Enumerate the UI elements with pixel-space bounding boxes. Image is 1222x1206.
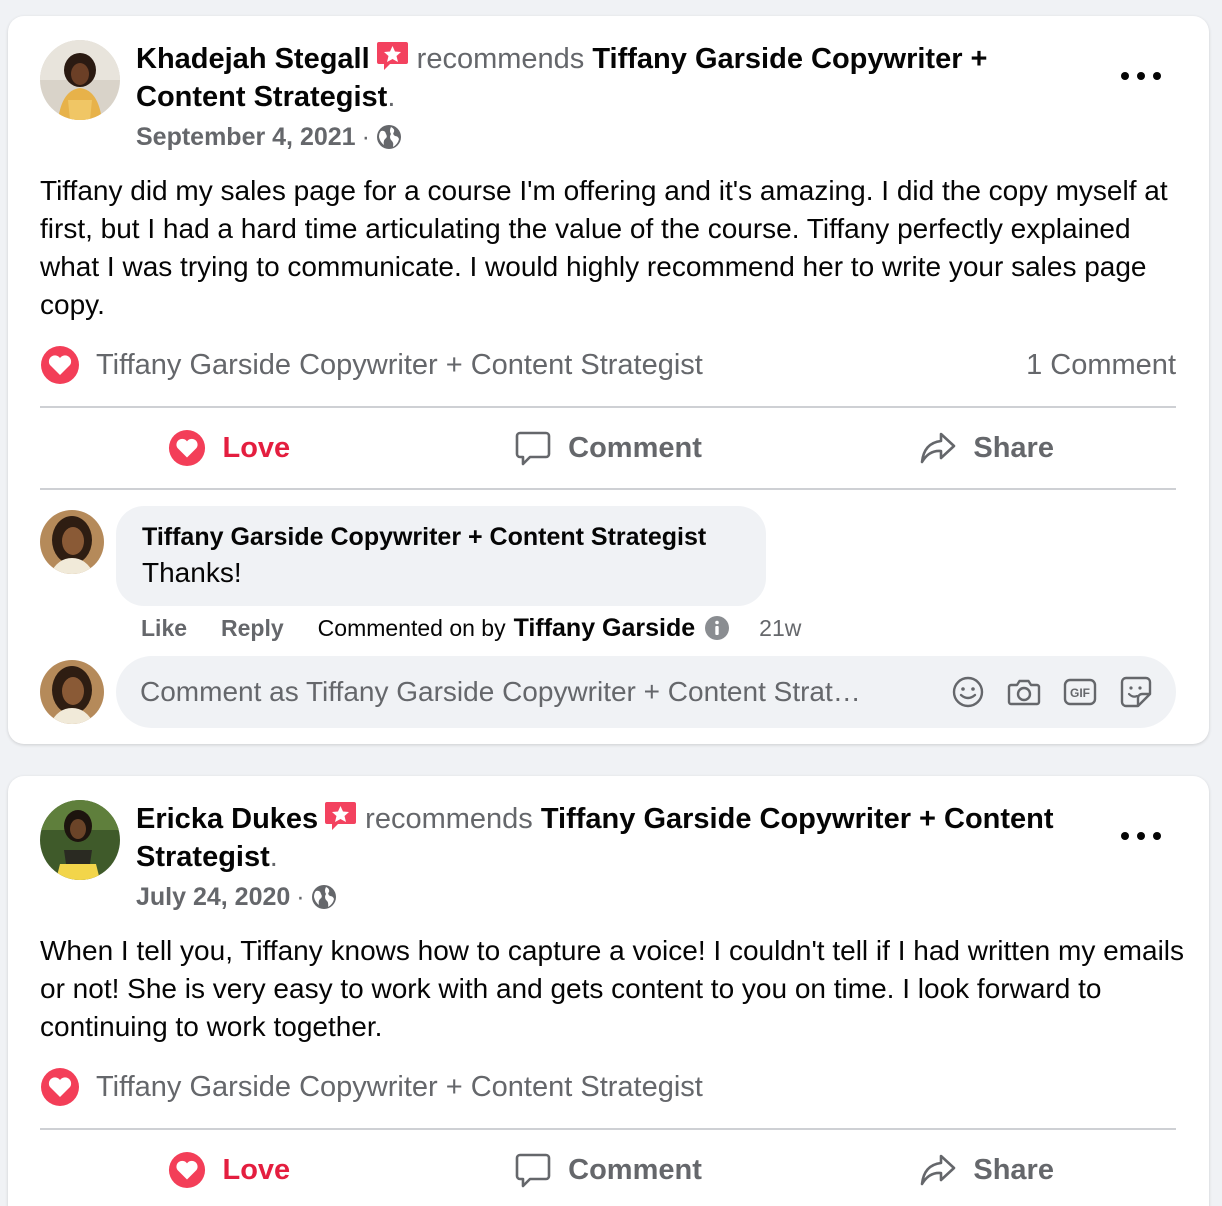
review-header: Khadejah Stegall recommends Tiffany Garsi… [136, 40, 987, 116]
reactor-name[interactable]: Tiffany Garside Copywriter + Content Str… [96, 349, 703, 382]
header-period: . [269, 841, 278, 873]
comment-button[interactable]: Comment [419, 1135, 798, 1205]
love-reaction-icon[interactable] [40, 1067, 80, 1107]
recommends-verb: recommends [365, 803, 533, 835]
share-label: Share [973, 431, 1054, 464]
globe-icon [311, 885, 336, 909]
emoji-icon[interactable] [950, 674, 986, 710]
comment-composer[interactable]: Comment as Tiffany Garside Copywriter + … [116, 656, 1176, 728]
review-text: When I tell you, Tiffany knows how to ca… [40, 935, 1185, 1042]
divider [40, 488, 1176, 490]
like-comment-link[interactable]: Like [141, 615, 187, 642]
share-icon [921, 1154, 956, 1186]
comment-text: Thanks! [142, 557, 242, 588]
love-icon [169, 429, 206, 467]
review-card: Ericka Dukes recommends Tiffany Garside C… [8, 776, 1209, 1206]
post-meta: September 4, 2021 · [136, 120, 402, 154]
divider [40, 1128, 1176, 1130]
camera-icon[interactable] [1006, 674, 1042, 710]
globe-icon [376, 125, 401, 149]
meta-separator: · [296, 882, 305, 911]
comment-icon [515, 1153, 551, 1188]
reviewer-avatar[interactable] [40, 800, 120, 880]
action-bar: Love Comment Share [40, 413, 1176, 483]
reply-comment-link[interactable]: Reply [221, 615, 284, 642]
review-card: Khadejah Stegall recommends Tiffany Garsi… [8, 16, 1209, 744]
page-name-cont[interactable]: Strategist [136, 841, 270, 873]
comment-author[interactable]: Tiffany Garside Copywriter + Content Str… [142, 520, 740, 554]
post-meta: July 24, 2020 · [136, 880, 337, 914]
commenter-avatar[interactable] [40, 510, 104, 574]
svg-text:GIF: GIF [1070, 686, 1090, 700]
love-reaction-icon[interactable] [40, 345, 80, 385]
comment-count[interactable]: 1 Comment [1026, 349, 1176, 382]
commented-by-name[interactable]: Tiffany Garside [514, 614, 696, 643]
share-button[interactable]: Share [797, 413, 1176, 483]
action-bar: Love Comment Share [40, 1135, 1176, 1205]
share-label: Share [973, 1153, 1054, 1186]
page-name[interactable]: Tiffany Garside Copywriter + Content [541, 803, 1054, 835]
comment-actions: Like Reply Commented on by Tiffany Garsi… [141, 611, 801, 645]
share-icon [921, 432, 956, 464]
review-text: Tiffany did my sales page for a course I… [40, 175, 1168, 320]
more-options-icon[interactable] [1121, 66, 1161, 86]
comment-timestamp[interactable]: 21w [759, 615, 801, 642]
reaction-summary: Tiffany Garside Copywriter + Content Str… [40, 1067, 1176, 1107]
comment-bubble: Tiffany Garside Copywriter + Content Str… [116, 506, 766, 606]
post-date[interactable]: July 24, 2020 [136, 883, 290, 912]
sticker-icon[interactable] [1118, 674, 1154, 710]
commented-by-label: Commented on by [317, 614, 506, 641]
page-name-cont[interactable]: Content Strategist [136, 81, 387, 113]
composer-avatar [40, 660, 104, 724]
comment-label: Comment [568, 431, 702, 464]
info-icon[interactable] [705, 616, 730, 640]
header-period: . [387, 81, 396, 113]
review-header: Ericka Dukes recommends Tiffany Garside C… [136, 800, 1054, 876]
reviewer-name[interactable]: Ericka Dukes [136, 803, 318, 835]
post-date[interactable]: September 4, 2021 [136, 123, 356, 152]
reviewer-name[interactable]: Khadejah Stegall [136, 43, 370, 75]
page-name[interactable]: Tiffany Garside Copywriter + [592, 43, 987, 75]
comment-input-placeholder[interactable]: Comment as Tiffany Garside Copywriter + … [140, 676, 930, 708]
recommends-verb: recommends [416, 43, 585, 75]
reaction-summary: Tiffany Garside Copywriter + Content Str… [40, 345, 1176, 385]
reactor-name[interactable]: Tiffany Garside Copywriter + Content Str… [96, 1071, 703, 1104]
love-label: Love [222, 431, 291, 464]
gif-icon[interactable]: GIF [1062, 674, 1098, 710]
more-options-icon[interactable] [1121, 826, 1161, 846]
love-button[interactable]: Love [40, 413, 419, 483]
recommendation-star-icon [325, 802, 357, 830]
love-icon [169, 1151, 206, 1189]
share-button[interactable]: Share [797, 1135, 1176, 1205]
comment-label: Comment [568, 1153, 702, 1186]
comment-icon [515, 431, 551, 466]
divider [40, 406, 1176, 408]
love-label: Love [222, 1153, 291, 1186]
reviewer-avatar[interactable] [40, 40, 120, 120]
recommendation-star-icon [376, 42, 408, 70]
love-button[interactable]: Love [40, 1135, 419, 1205]
meta-separator: · [361, 122, 370, 151]
comment-button[interactable]: Comment [419, 413, 798, 483]
